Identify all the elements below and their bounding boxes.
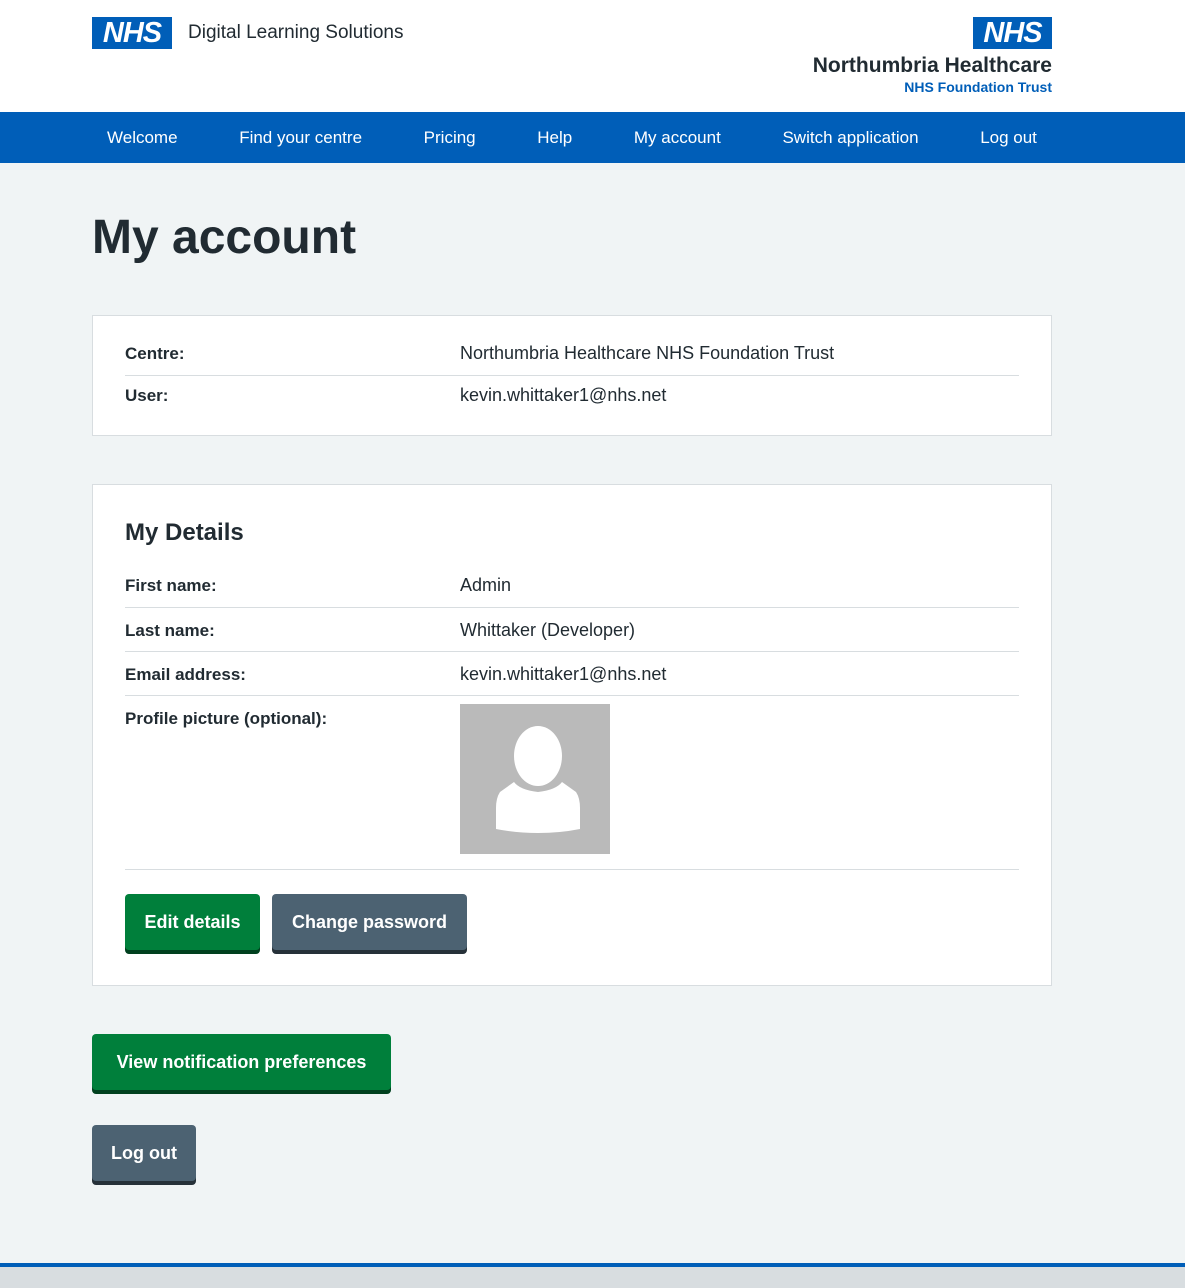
user-silhouette-icon [496, 726, 580, 833]
org-nhs-logo: NHS [973, 17, 1052, 49]
last-name-label: Last name: [125, 621, 215, 640]
last-name-row: Last name: Whittaker (Developer) [125, 608, 1019, 652]
my-details-heading: My Details [125, 519, 244, 546]
org-name: Northumbria Healthcare [812, 54, 1052, 77]
edit-details-button[interactable]: Edit details [125, 894, 260, 950]
nav-item-log-out[interactable]: Log out [965, 112, 1052, 163]
profile-picture [460, 704, 610, 854]
email-value: kevin.whittaker1@nhs.net [460, 664, 667, 684]
nav-item-pricing[interactable]: Pricing [409, 112, 491, 163]
page-title: My account [92, 211, 357, 264]
first-name-value: Admin [460, 575, 512, 595]
nav-item-welcome[interactable]: Welcome [92, 112, 193, 163]
nav-item-my-account[interactable]: My account [619, 112, 736, 163]
first-name-label: First name: [125, 576, 217, 595]
centre-value: Northumbria Healthcare NHS Foundation Tr… [460, 343, 835, 363]
org-subtitle: NHS Foundation Trust [904, 79, 1052, 95]
view-notification-preferences-button[interactable]: View notification preferences [92, 1034, 391, 1090]
my-details-card: My Details First name: Admin Last name: … [92, 484, 1052, 986]
email-row: Email address: kevin.whittaker1@nhs.net [125, 652, 1019, 696]
user-label: User: [125, 386, 169, 405]
footer-bar [0, 1263, 1185, 1288]
nav-item-switch-application[interactable]: Switch application [767, 112, 933, 163]
change-password-button[interactable]: Change password [272, 894, 467, 950]
main-nav: Welcome Find your centre Pricing Help My… [0, 112, 1185, 163]
user-value: kevin.whittaker1@nhs.net [460, 385, 667, 405]
centre-row: Centre: Northumbria Healthcare NHS Found… [125, 338, 1019, 376]
profile-picture-label: Profile picture (optional): [125, 709, 328, 728]
site-header: NHS Digital Learning Solutions NHS North… [0, 0, 1185, 112]
email-label: Email address: [125, 665, 246, 684]
account-summary-card: Centre: Northumbria Healthcare NHS Found… [92, 315, 1052, 436]
nav-item-find-your-centre[interactable]: Find your centre [224, 112, 377, 163]
user-row: User: kevin.whittaker1@nhs.net [125, 376, 1019, 416]
nhs-logo[interactable]: NHS [92, 17, 172, 49]
app-title[interactable]: Digital Learning Solutions [188, 22, 403, 44]
first-name-row: First name: Admin [125, 563, 1019, 608]
profile-picture-row: Profile picture (optional): [125, 696, 1019, 870]
last-name-value: Whittaker (Developer) [460, 620, 636, 640]
log-out-button[interactable]: Log out [92, 1125, 196, 1181]
nav-item-help[interactable]: Help [522, 112, 587, 163]
centre-label: Centre: [125, 344, 185, 363]
